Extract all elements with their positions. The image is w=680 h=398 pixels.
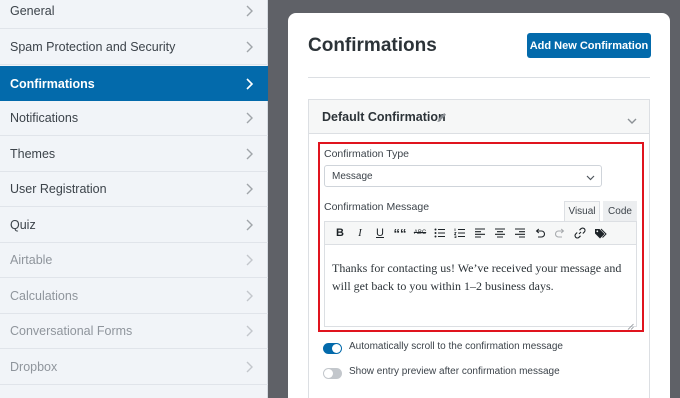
sidebar-item-label: Notifications [10, 111, 79, 125]
sidebar-item-label: Calculations [10, 289, 79, 303]
bold-button[interactable]: B [330, 224, 350, 242]
confirmation-message-label: Confirmation Message [324, 201, 430, 213]
auto-scroll-label: Automatically scroll to the confirmation… [349, 341, 563, 352]
confirmations-panel: Confirmations Add New Confirmation Defau… [288, 13, 670, 398]
chevron-right-icon [244, 253, 254, 267]
auto-scroll-toggle[interactable] [323, 343, 342, 354]
sidebar-item-label: Confirmations [10, 76, 95, 91]
sidebar-item-notifications[interactable]: Notifications [0, 101, 268, 136]
sidebar-item-label: Quiz [10, 218, 36, 232]
highlight-box: Confirmation Type Message Confirmation M… [318, 142, 644, 332]
sidebar-item-quiz[interactable]: Quiz [0, 208, 268, 243]
sidebar-item-spam-protection[interactable]: Spam Protection and Security [0, 30, 268, 65]
chevron-down-icon [586, 173, 595, 181]
card-title: Default Confirmation [322, 110, 446, 124]
sidebar-item-conversational-forms[interactable]: Conversational Forms [0, 314, 268, 349]
sidebar-item-general[interactable]: General [0, 0, 268, 29]
chevron-down-icon[interactable] [627, 112, 637, 124]
blockquote-button[interactable]: ““ [390, 224, 410, 242]
entry-preview-toggle[interactable] [323, 368, 342, 379]
align-right-icon[interactable] [510, 224, 530, 242]
chevron-right-icon [244, 77, 254, 91]
toggle-knob [332, 344, 341, 353]
confirmation-type-select[interactable]: Message [324, 165, 602, 187]
settings-sidebar: General Spam Protection and Security Con… [0, 0, 268, 398]
add-new-confirmation-button[interactable]: Add New Confirmation [527, 33, 651, 58]
message-editor[interactable]: Thanks for contacting us! We’ve received… [324, 245, 637, 330]
sidebar-item-label: Dropbox [10, 360, 58, 374]
sidebar-item-label: Themes [10, 147, 56, 161]
sidebar-item-label: General [10, 4, 55, 18]
sidebar-item-label: User Registration [10, 182, 107, 196]
chevron-right-icon [244, 182, 254, 196]
tab-visual[interactable]: Visual [564, 201, 600, 221]
numbered-list-icon[interactable] [450, 224, 470, 242]
sidebar-item-label: Airtable [10, 253, 53, 267]
bullet-list-icon[interactable] [430, 224, 450, 242]
chevron-right-icon [244, 40, 254, 54]
chevron-right-icon [244, 4, 254, 18]
message-text: Thanks for contacting us! We’ve received… [332, 261, 622, 293]
sidebar-item-label: Conversational Forms [10, 324, 133, 338]
italic-button[interactable]: I [350, 224, 370, 242]
sidebar-item-user-registration[interactable]: User Registration [0, 172, 268, 207]
confirmation-type-label: Confirmation Type [324, 148, 410, 160]
chevron-right-icon [244, 289, 254, 303]
pencil-icon[interactable] [436, 110, 448, 122]
sidebar-item-airtable[interactable]: Airtable [0, 243, 268, 278]
strikethrough-button[interactable]: ABC [410, 224, 430, 242]
chevron-right-icon [244, 111, 254, 125]
sidebar-item-calculations[interactable]: Calculations [0, 279, 268, 314]
chevron-right-icon [244, 324, 254, 338]
toggle-knob [324, 369, 333, 378]
select-value: Message [332, 170, 373, 182]
sidebar-item-confirmations[interactable]: Confirmations [0, 66, 268, 101]
align-center-icon[interactable] [490, 224, 510, 242]
sidebar-item-dropbox[interactable]: Dropbox [0, 350, 268, 385]
default-confirmation-card: Default Confirmation Confirmation Type M… [308, 99, 650, 398]
sidebar-item-themes[interactable]: Themes [0, 137, 268, 172]
underline-button[interactable]: U [370, 224, 390, 242]
chevron-right-icon [244, 147, 254, 161]
link-icon[interactable] [570, 224, 590, 242]
redo-icon[interactable] [550, 224, 570, 242]
tab-code[interactable]: Code [603, 201, 637, 221]
smart-tags-icon[interactable] [590, 224, 610, 242]
divider [308, 77, 650, 78]
chevron-right-icon [244, 218, 254, 232]
align-left-icon[interactable] [470, 224, 490, 242]
chevron-right-icon [244, 360, 254, 374]
card-header[interactable]: Default Confirmation [309, 100, 649, 134]
undo-icon[interactable] [530, 224, 550, 242]
editor-toolbar: B I U ““ ABC [324, 221, 637, 245]
entry-preview-label: Show entry preview after confirmation me… [349, 366, 560, 377]
sidebar-item-label: Spam Protection and Security [10, 40, 176, 54]
page-title: Confirmations [308, 35, 437, 56]
resize-handle-icon[interactable] [627, 317, 634, 330]
